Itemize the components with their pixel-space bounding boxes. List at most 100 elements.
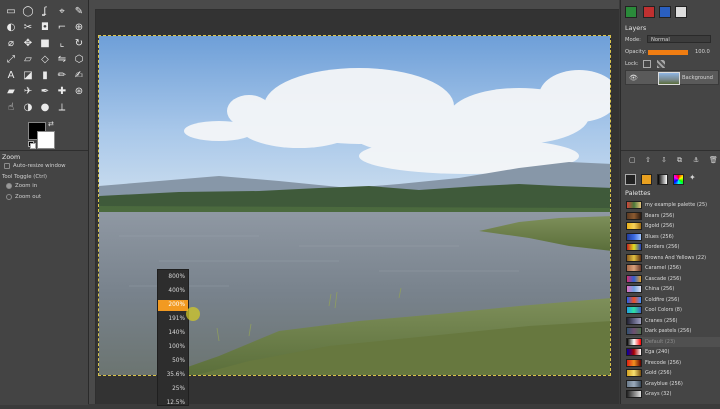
foreground-select-icon[interactable]: ◘	[38, 20, 52, 34]
clone-tool-icon[interactable]: ⊛	[72, 84, 86, 98]
palette-swatch	[626, 348, 642, 357]
gradients-tab-icon[interactable]	[657, 174, 668, 185]
vertical-ruler[interactable]	[89, 9, 96, 404]
layer-thumbnail	[658, 72, 680, 85]
color-select-icon[interactable]: ◐	[4, 20, 18, 34]
palette-item[interactable]: Ega (240)	[626, 347, 720, 358]
palette-item[interactable]: Cascade (256)	[626, 274, 720, 285]
shear-tool-icon[interactable]: ▱	[21, 52, 35, 66]
rect-select-icon[interactable]: ▭	[4, 4, 18, 18]
opacity-slider[interactable]	[648, 50, 688, 55]
palette-item[interactable]: Grays (32)	[626, 389, 720, 400]
fuzzy-select-icon[interactable]: ⌖	[55, 4, 69, 18]
anchor-layer-icon[interactable]: ⚓	[693, 156, 699, 164]
cage-tool-icon[interactable]: ⬡	[72, 52, 86, 66]
blend-tool-icon[interactable]: ▮	[38, 68, 52, 82]
palette-item[interactable]: Default (23)	[626, 336, 720, 347]
palette-item[interactable]: Cool Colors (8)	[626, 305, 720, 316]
zoom-preset-item[interactable]: 100%	[158, 342, 188, 353]
background-color-swatch[interactable]	[37, 131, 55, 149]
lock-pixels-icon[interactable]	[643, 60, 651, 68]
palette-item[interactable]: Dark pastels (256)	[626, 326, 720, 337]
heal-tool-icon[interactable]: ✚	[55, 84, 69, 98]
palette-item[interactable]: Coldfire (256)	[626, 295, 720, 306]
palette-item[interactable]: Bears (256)	[626, 211, 720, 222]
lower-layer-icon[interactable]: ⇩	[661, 156, 667, 164]
swap-colors-icon[interactable]: ⇄	[48, 120, 54, 128]
pencil-icon[interactable]: ✏	[55, 68, 69, 82]
reset-colors-icon[interactable]	[28, 141, 36, 149]
flip-tool-icon[interactable]: ⇋	[55, 52, 69, 66]
auto-resize-label: Auto-resize window	[13, 163, 66, 169]
layers-tab-icon[interactable]	[625, 6, 637, 18]
patterns-tab-icon[interactable]	[641, 174, 652, 185]
bucket-fill-icon[interactable]: ◪	[21, 68, 35, 82]
zoom-preset-item[interactable]: 191%	[158, 314, 188, 325]
palette-item[interactable]: Browns And Yellows (22)	[626, 253, 720, 264]
channels-tab-icon[interactable]	[643, 6, 655, 18]
move-tool-icon[interactable]: ✥	[21, 36, 35, 50]
palette-item[interactable]: Blues (256)	[626, 232, 720, 243]
dodge-burn-icon[interactable]: ◑	[21, 100, 35, 114]
horizontal-ruler[interactable]	[89, 0, 619, 10]
zoom-preset-item[interactable]: 140%	[158, 328, 188, 339]
raise-layer-icon[interactable]: ⇧	[645, 156, 651, 164]
perspective-clone-icon[interactable]: ⟂	[55, 100, 69, 114]
ink-tool-icon[interactable]: ✒	[38, 84, 52, 98]
duplicate-layer-icon[interactable]: ⧉	[677, 156, 682, 165]
palette-item[interactable]: Firecode (256)	[626, 358, 720, 369]
zoom-preset-item[interactable]: 25%	[158, 384, 188, 395]
palette-item[interactable]: China (256)	[626, 284, 720, 295]
rotate-tool-icon[interactable]: ↻	[72, 36, 86, 50]
align-tool-icon[interactable]: ■	[38, 36, 52, 50]
palette-item[interactable]: Bgold (256)	[626, 221, 720, 232]
perspective-icon[interactable]: ◇	[38, 52, 52, 66]
palette-item[interactable]: my example palette (25)	[626, 200, 720, 211]
zoom-preset-menu[interactable]: 800% 400% 200% 191% 140% 100% 50% 35.6% 25% 12.5%	[157, 269, 189, 406]
blur-sharpen-icon[interactable]: ●	[38, 100, 52, 114]
ellipse-select-icon[interactable]: ◯	[21, 4, 35, 18]
paintbrush-icon[interactable]: ✍	[72, 68, 86, 82]
zoom-tool-icon[interactable]: ⊕	[72, 20, 86, 34]
color-picker-icon[interactable]: ⌐	[55, 20, 69, 34]
fonts-tab-icon[interactable]: ✦	[689, 173, 696, 182]
palette-item[interactable]: Borders (256)	[626, 242, 720, 253]
delete-layer-icon[interactable]: 🗑	[709, 156, 718, 164]
opacity-value[interactable]: 100.0	[695, 49, 710, 55]
radio-on-icon	[6, 183, 12, 189]
palette-item[interactable]: Cranes (256)	[626, 316, 720, 327]
zoom-out-radio[interactable]: Zoom out	[6, 194, 41, 200]
palettes-tab-icon[interactable]	[673, 174, 684, 185]
airbrush-icon[interactable]: ✈	[21, 84, 35, 98]
layer-row-background[interactable]: 👁 Background	[625, 70, 719, 85]
scale-tool-icon[interactable]: ⤢	[4, 52, 18, 66]
undo-history-tab-icon[interactable]	[675, 6, 687, 18]
paths-tab-icon[interactable]	[659, 6, 671, 18]
crop-tool-icon[interactable]: ⌞	[55, 36, 69, 50]
measure-icon[interactable]: ⌀	[4, 36, 18, 50]
zoom-preset-item[interactable]: 200%	[158, 300, 188, 311]
auto-resize-checkbox[interactable]: Auto-resize window	[4, 163, 66, 169]
mode-select[interactable]: Normal	[647, 35, 711, 43]
zoom-preset-item[interactable]: 400%	[158, 286, 188, 297]
visibility-eye-icon[interactable]: 👁	[629, 74, 638, 82]
palette-swatch	[626, 295, 642, 304]
eraser-icon[interactable]: ▰	[4, 84, 18, 98]
zoom-preset-item[interactable]: 800%	[158, 272, 188, 283]
free-select-icon[interactable]: ʆ	[38, 4, 52, 18]
smudge-icon[interactable]: ☝	[4, 100, 18, 114]
tool-options-panel: Zoom Auto-resize window Tool Toggle (Ctr…	[0, 150, 88, 405]
lock-alpha-icon[interactable]	[657, 60, 665, 68]
palette-item[interactable]: Gold (256)	[626, 368, 720, 379]
text-tool-icon[interactable]: A	[4, 68, 18, 82]
palette-item[interactable]: Grayblue (256)	[626, 379, 720, 390]
zoom-in-radio[interactable]: Zoom in	[6, 183, 37, 189]
brushes-tab-icon[interactable]	[625, 174, 636, 185]
palette-item[interactable]: Caramel (256)	[626, 263, 720, 274]
new-layer-icon[interactable]: ▢	[629, 156, 636, 164]
lock-label: Lock:	[625, 61, 639, 67]
scissors-icon[interactable]: ✂	[21, 20, 35, 34]
zoom-preset-item[interactable]: 50%	[158, 356, 188, 367]
zoom-preset-item[interactable]: 35.6%	[158, 370, 188, 381]
paths-tool-icon[interactable]: ✎	[72, 4, 86, 18]
